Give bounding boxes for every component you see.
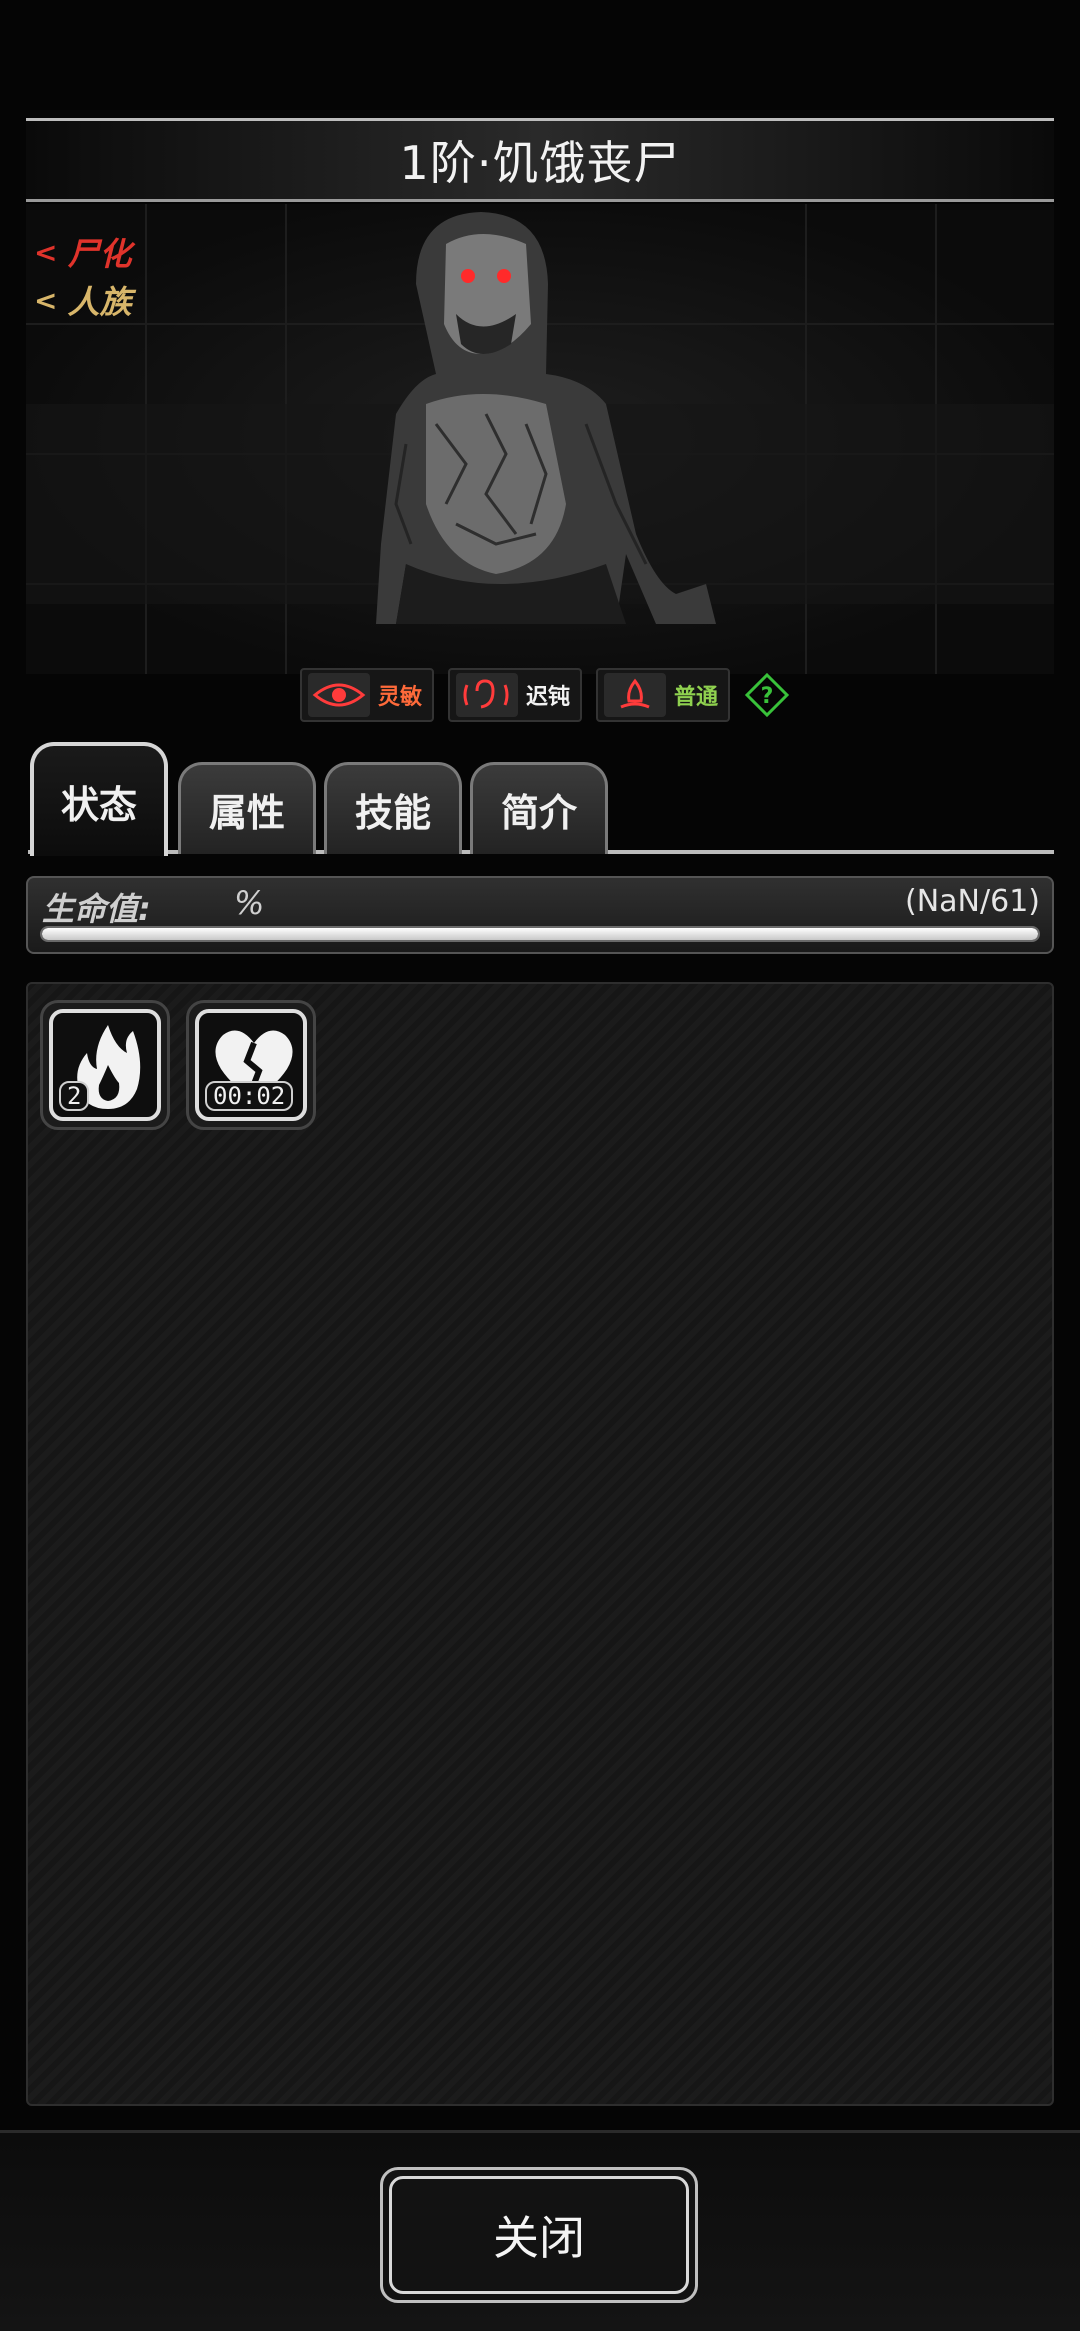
tag-item-corpse[interactable]: < 尸化 xyxy=(34,228,131,276)
hp-panel: 生命值: % (NaN/61) xyxy=(26,876,1054,954)
monster-portrait xyxy=(26,204,1054,674)
close-button[interactable]: 关闭 xyxy=(380,2167,698,2303)
status-effect-heartbreak[interactable]: 00:02 xyxy=(186,1000,316,1130)
eye-icon xyxy=(308,673,370,717)
trait-smell[interactable]: 普通 xyxy=(596,668,731,722)
tab-intro[interactable]: 简介 xyxy=(470,762,608,854)
share-icon: < xyxy=(34,235,58,269)
tag-label: 尸化 xyxy=(67,235,132,273)
trait-label: 灵敏 xyxy=(378,685,423,710)
status-effect-badge: 2 xyxy=(59,1081,90,1111)
monster-title: 1阶·饥饿丧尸 xyxy=(399,136,681,190)
trait-label: 迟钝 xyxy=(526,685,571,710)
status-effect-badge: 00:02 xyxy=(205,1081,294,1111)
question-diamond-icon[interactable]: ? xyxy=(744,672,790,718)
hp-label: 生命值: xyxy=(42,890,151,928)
hp-bar xyxy=(40,926,1040,942)
status-effects-panel: 2 00:02 xyxy=(26,982,1054,2106)
monster-tag-list: < 尸化 < 人族 xyxy=(34,228,131,324)
sense-traits: 灵敏 迟钝 普通 ? xyxy=(300,668,790,722)
svg-text:?: ? xyxy=(761,684,774,709)
hp-bar-fill xyxy=(42,928,1038,940)
ear-icon xyxy=(456,673,519,717)
status-effect-burn[interactable]: 2 xyxy=(40,1000,170,1130)
close-button-label: 关闭 xyxy=(389,2176,689,2294)
tab-attributes[interactable]: 属性 xyxy=(178,762,316,854)
trait-sight[interactable]: 灵敏 xyxy=(300,668,435,722)
tab-bar: 状态 属性 技能 简介 xyxy=(28,742,1054,856)
hp-percent: % xyxy=(234,884,265,922)
trait-label: 普通 xyxy=(674,685,719,710)
footer-bar: 关闭 xyxy=(0,2130,1080,2331)
trait-hearing[interactable]: 迟钝 xyxy=(448,668,583,722)
hp-value: (NaN/61) xyxy=(905,884,1040,919)
monster-title-bar: 1阶·饥饿丧尸 xyxy=(26,118,1054,202)
share-icon: < xyxy=(34,283,58,317)
tag-label: 人族 xyxy=(67,283,132,321)
nose-icon xyxy=(604,673,667,717)
tab-status[interactable]: 状态 xyxy=(30,742,168,856)
tab-skills[interactable]: 技能 xyxy=(324,762,462,854)
tag-item-human[interactable]: < 人族 xyxy=(34,276,131,324)
